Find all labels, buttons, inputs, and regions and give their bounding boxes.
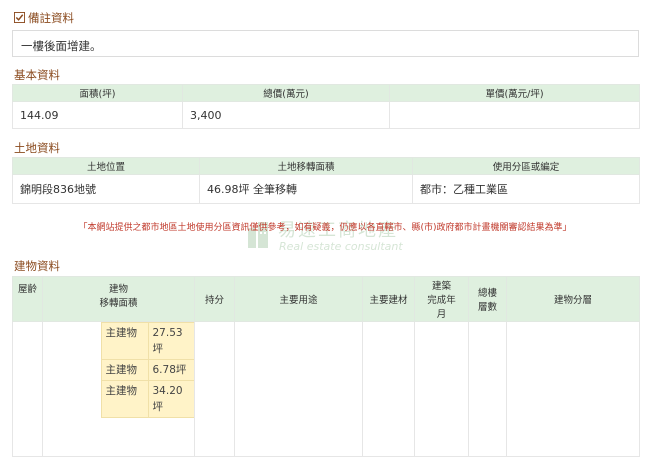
building-header-share: 持分	[194, 276, 235, 322]
building-header-age: 屋齡	[12, 276, 43, 322]
building-floors-value	[468, 321, 507, 457]
watermark-subtitle: Real estate consultant	[279, 240, 403, 253]
checkbox-checked-icon	[14, 12, 25, 23]
land-table: 土地位置 土地移轉面積 使用分區或編定 錦明段836地號 46.98坪 全筆移轉…	[12, 157, 640, 204]
building-header-floors: 總樓 層數	[468, 276, 507, 322]
land-zoning-value: 都市：乙種工業區	[412, 174, 640, 204]
building-header-row: 屋齡 建物 移轉面積 持分 主要用途 主要建材 建築 完成年 月 總樓 層數 建…	[12, 276, 640, 322]
building-material-value	[362, 321, 415, 457]
building-share-value	[194, 321, 235, 457]
basic-section-title: 基本資料	[14, 68, 60, 82]
building-header-transfer-area: 建物 移轉面積	[42, 276, 195, 322]
building-header-completed: 建築 完成年 月	[414, 276, 469, 322]
land-transfer-area-value: 46.98坪 全筆移轉	[199, 174, 413, 204]
land-header-zoning: 使用分區或編定	[412, 157, 640, 175]
land-header-row: 土地位置 土地移轉面積 使用分區或編定	[12, 157, 640, 175]
building-table: 屋齡 建物 移轉面積 持分 主要用途 主要建材 建築 完成年 月 總樓 層數 建…	[12, 276, 640, 457]
area-spacer	[43, 359, 101, 381]
basic-header-unit-price: 單價(萬元/坪)	[389, 84, 640, 102]
basic-header-area: 面積(坪)	[12, 84, 183, 102]
land-value-row: 錦明段836地號 46.98坪 全筆移轉 都市：乙種工業區	[12, 174, 640, 204]
area-part-label: 主建物	[100, 359, 149, 381]
area-spacer	[43, 380, 101, 418]
remarks-text: 一樓後面增建。	[12, 30, 639, 57]
land-section-title: 土地資料	[14, 141, 60, 155]
basic-value-row: 144.09 3,400	[12, 101, 640, 129]
land-header-location: 土地位置	[12, 157, 200, 175]
land-location-value: 錦明段836地號	[12, 174, 200, 204]
basic-total-price-value: 3,400	[182, 101, 390, 129]
building-completed-value	[414, 321, 469, 457]
remarks-title: 備註資料	[28, 11, 74, 25]
area-part-label: 主建物	[100, 322, 149, 360]
area-subrow: 主建物 27.53坪	[43, 322, 196, 360]
area-subrow: 主建物 34.20坪	[43, 380, 196, 418]
area-spacer	[43, 322, 101, 360]
basic-table: 面積(坪) 總價(萬元) 單價(萬元/坪) 144.09 3,400	[12, 84, 640, 129]
building-header-floor-detail: 建物分層	[506, 276, 640, 322]
area-part-value: 27.53坪	[147, 322, 196, 360]
building-usage-value	[234, 321, 363, 457]
basic-area-value: 144.09	[12, 101, 183, 129]
building-header-material: 主要建材	[362, 276, 415, 322]
building-header-usage: 主要用途	[234, 276, 363, 322]
basic-header-total-price: 總價(萬元)	[182, 84, 390, 102]
land-header-transfer-area: 土地移轉面積	[199, 157, 413, 175]
building-area-cell: 主建物 27.53坪 主建物 6.78坪 主建物 34.20坪	[42, 321, 196, 457]
zoning-notice: 「本網站提供之都市地區土地使用分區資訊僅供參考，如有疑義，仍應以各直轄市、縣(市…	[78, 223, 572, 233]
building-age-value	[12, 321, 43, 457]
basic-unit-price-value	[389, 101, 640, 129]
area-part-value: 34.20坪	[147, 380, 196, 418]
building-floor-detail-value	[506, 321, 640, 457]
building-section-title: 建物資料	[14, 259, 60, 273]
basic-header-row: 面積(坪) 總價(萬元) 單價(萬元/坪)	[12, 84, 640, 102]
building-area-subtable: 主建物 27.53坪 主建物 6.78坪 主建物 34.20坪	[43, 322, 196, 418]
area-part-value: 6.78坪	[147, 359, 196, 381]
area-part-label: 主建物	[100, 380, 149, 418]
area-subrow: 主建物 6.78坪	[43, 359, 196, 381]
building-header-age-label: 屋齡	[17, 284, 37, 295]
remarks-section-title: 備註資料	[14, 10, 74, 26]
building-value-row: 主建物 27.53坪 主建物 6.78坪 主建物 34.20坪	[12, 321, 640, 457]
